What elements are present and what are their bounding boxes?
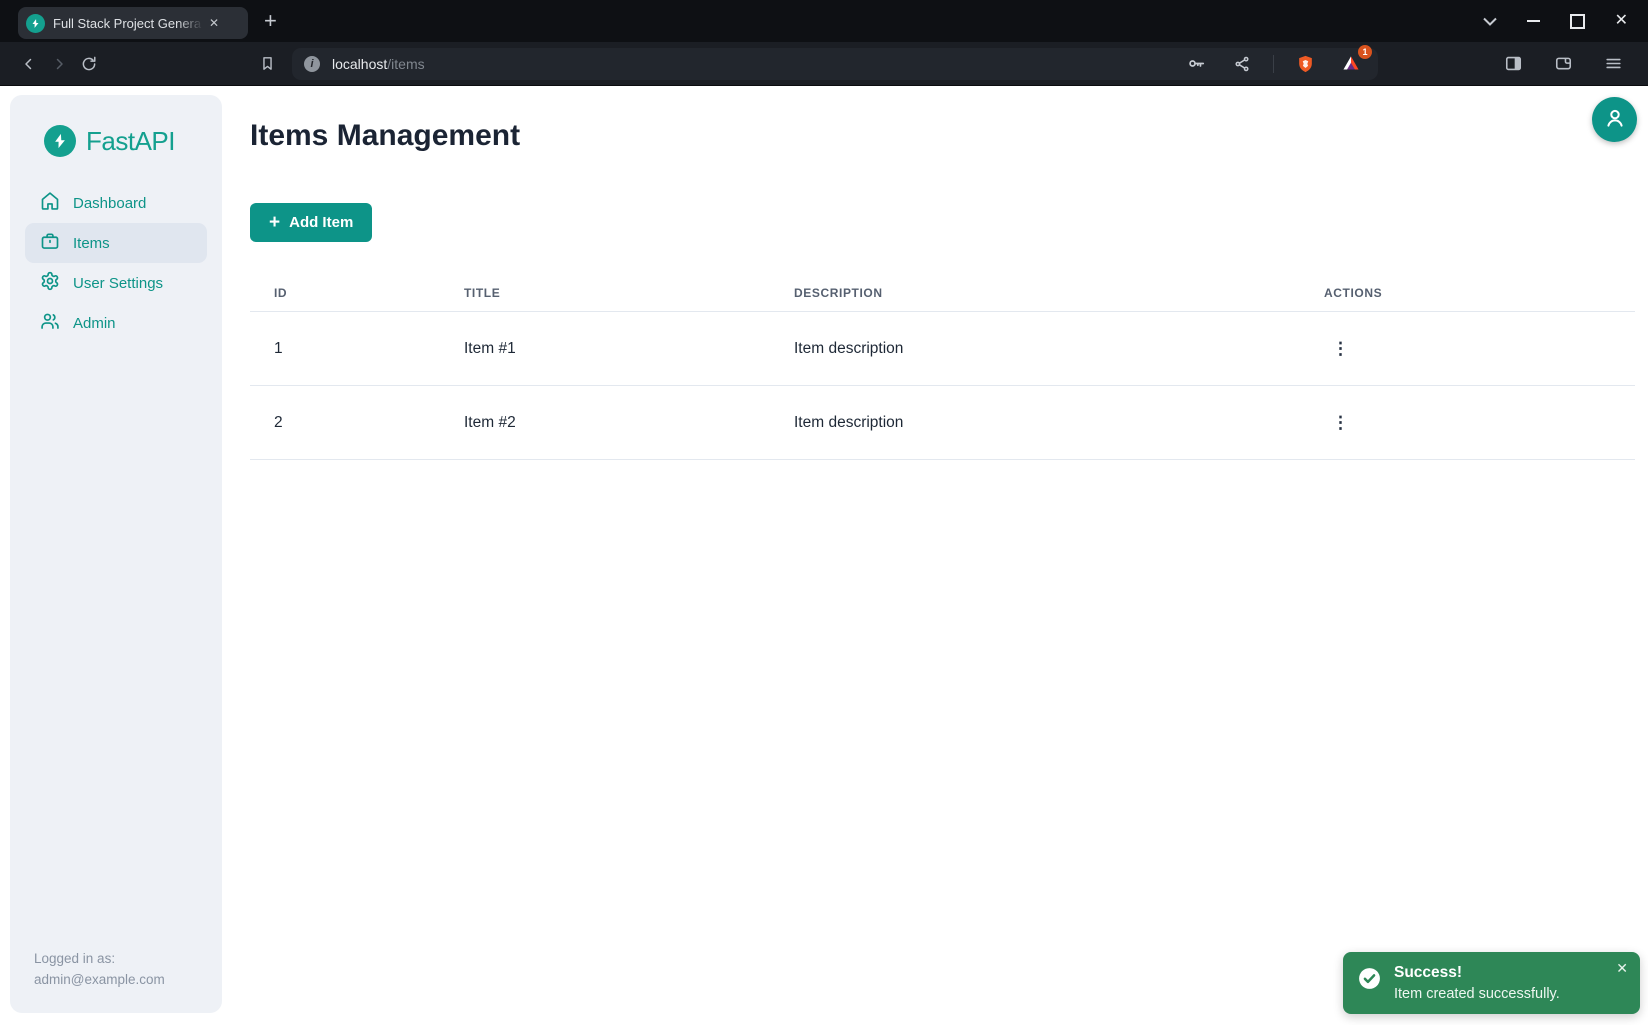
sidebar-item-items[interactable]: Items: [25, 223, 207, 263]
items-table: ID TITLE DESCRIPTION ACTIONS 1 Item #1 I…: [250, 275, 1635, 460]
window-maximize-button[interactable]: [1570, 14, 1585, 29]
plus-icon: +: [269, 213, 280, 232]
cell-description: Item description: [770, 340, 1300, 358]
sidebar-item-label: Items: [73, 235, 110, 252]
rewards-notification-badge: 1: [1358, 45, 1372, 59]
row-actions-kebab-icon[interactable]: ⋮: [1324, 410, 1357, 435]
table-header-row: ID TITLE DESCRIPTION ACTIONS: [250, 275, 1635, 312]
gear-icon: [40, 271, 60, 295]
user-avatar-button[interactable]: [1592, 97, 1637, 142]
sidebar-nav: Dashboard Items User Settings: [10, 183, 222, 343]
logged-in-email: admin@example.com: [34, 970, 165, 991]
column-header-actions: ACTIONS: [1300, 286, 1635, 300]
add-item-label: Add Item: [289, 214, 353, 231]
share-icon[interactable]: [1227, 49, 1257, 79]
page-title: Items Management: [250, 119, 520, 153]
reload-button[interactable]: [74, 49, 104, 79]
window-minimize-button[interactable]: [1527, 20, 1540, 22]
url-text: localhost/items: [332, 56, 425, 72]
brave-rewards-icon[interactable]: 1: [1336, 49, 1366, 79]
table-row: 1 Item #1 Item description ⋮: [250, 312, 1635, 386]
browser-toolbar: i localhost/items 1: [0, 42, 1648, 86]
fastapi-bolt-icon: [44, 125, 76, 157]
window-close-button[interactable]: ✕: [1615, 13, 1628, 29]
sidebar-item-label: Admin: [73, 315, 116, 332]
cell-title: Item #1: [440, 340, 770, 358]
user-icon: [1603, 106, 1627, 133]
sidebar-item-label: Dashboard: [73, 195, 146, 212]
column-header-description: DESCRIPTION: [770, 286, 1300, 300]
toolbar-divider: [1273, 55, 1274, 73]
sidebar: FastAPI Dashboard Items: [10, 95, 222, 1013]
browser-tab-bar: Full Stack Project Genera ✕ + ✕: [0, 0, 1648, 42]
briefcase-icon: [40, 231, 60, 255]
sidebar-panel-icon[interactable]: [1498, 49, 1528, 79]
sidebar-item-admin[interactable]: Admin: [25, 303, 207, 343]
logged-in-label: Logged in as:: [34, 949, 165, 970]
add-item-button[interactable]: + Add Item: [250, 203, 372, 242]
address-bar[interactable]: i localhost/items 1: [292, 48, 1378, 80]
tab-close-icon[interactable]: ✕: [205, 14, 223, 32]
back-button[interactable]: [14, 49, 44, 79]
forward-button[interactable]: [44, 49, 74, 79]
cell-id: 2: [250, 414, 440, 432]
new-tab-button[interactable]: +: [264, 10, 277, 32]
password-key-icon[interactable]: [1181, 49, 1211, 79]
site-info-icon[interactable]: i: [304, 56, 320, 72]
users-icon: [40, 311, 60, 335]
url-host: localhost: [332, 56, 387, 72]
brand-name: FastAPI: [86, 126, 175, 157]
brave-shield-icon[interactable]: [1290, 49, 1320, 79]
toast-message: Item created successfully.: [1394, 986, 1560, 1002]
app-page: FastAPI Dashboard Items: [0, 87, 1648, 1025]
column-header-id: ID: [250, 286, 440, 300]
toast-close-icon[interactable]: ✕: [1614, 958, 1630, 979]
row-actions-kebab-icon[interactable]: ⋮: [1324, 336, 1357, 361]
home-icon: [40, 191, 60, 215]
brand-logo: FastAPI: [10, 95, 222, 157]
fastapi-favicon-icon: [26, 14, 45, 33]
success-toast: Success! Item created successfully. ✕: [1343, 952, 1640, 1014]
column-header-title: TITLE: [440, 286, 770, 300]
check-circle-icon: [1357, 966, 1382, 996]
wallet-icon[interactable]: [1548, 49, 1578, 79]
bookmark-icon[interactable]: [252, 49, 282, 79]
toast-title: Success!: [1394, 964, 1560, 982]
tab-search-chevron-icon[interactable]: [1483, 17, 1497, 26]
sidebar-item-label: User Settings: [73, 275, 163, 292]
browser-tab[interactable]: Full Stack Project Genera ✕: [18, 7, 248, 39]
sidebar-item-dashboard[interactable]: Dashboard: [25, 183, 207, 223]
menu-hamburger-icon[interactable]: [1598, 49, 1628, 79]
browser-window: Full Stack Project Genera ✕ + ✕ i l: [0, 0, 1648, 1025]
sidebar-item-user-settings[interactable]: User Settings: [25, 263, 207, 303]
tab-title: Full Stack Project Genera: [53, 16, 203, 31]
table-row: 2 Item #2 Item description ⋮: [250, 386, 1635, 460]
cell-description: Item description: [770, 414, 1300, 432]
cell-title: Item #2: [440, 414, 770, 432]
logged-in-as: Logged in as: admin@example.com: [34, 949, 165, 991]
url-path: /items: [387, 56, 424, 72]
cell-id: 1: [250, 340, 440, 358]
